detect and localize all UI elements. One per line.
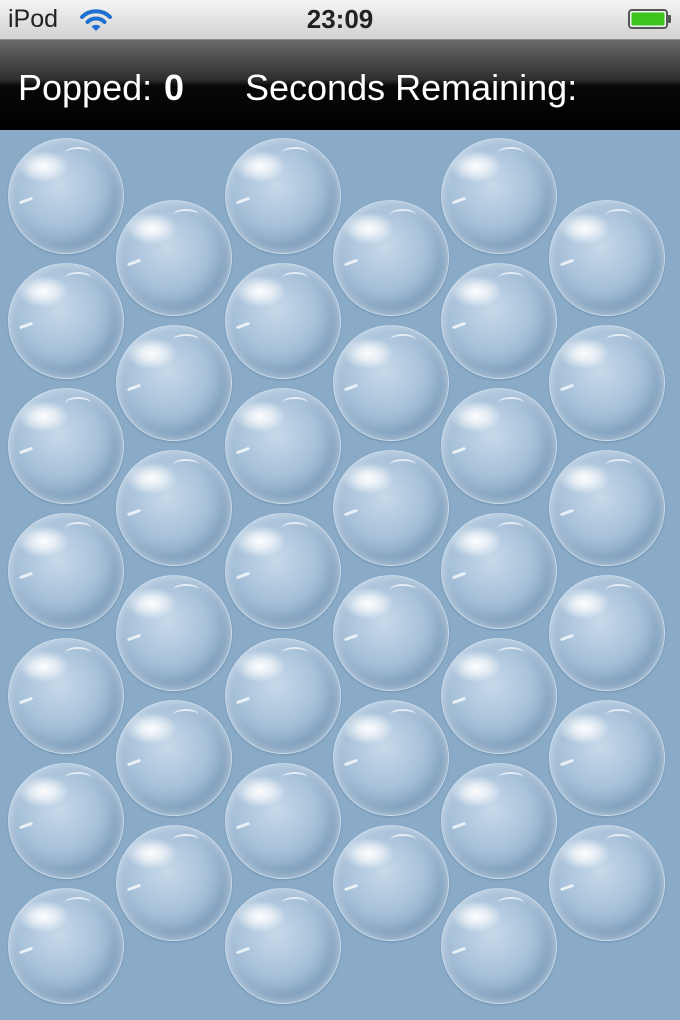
- popped-count: 0: [164, 67, 185, 108]
- bubble[interactable]: [116, 700, 232, 816]
- bubble[interactable]: [549, 825, 665, 941]
- bubble[interactable]: [441, 138, 557, 254]
- bubble[interactable]: [116, 450, 232, 566]
- bubble[interactable]: [116, 825, 232, 941]
- bubble[interactable]: [333, 450, 449, 566]
- bubble[interactable]: [441, 388, 557, 504]
- status-time: 23:09: [306, 4, 374, 34]
- bubble[interactable]: [116, 200, 232, 316]
- bubble[interactable]: [549, 450, 665, 566]
- seconds-remaining-label: Seconds Remaining:: [245, 67, 578, 108]
- score-header: Popped: 0 Seconds Remaining:: [0, 40, 680, 130]
- bubble[interactable]: [8, 888, 124, 1004]
- bubble[interactable]: [8, 513, 124, 629]
- bubble[interactable]: [549, 575, 665, 691]
- bubble[interactable]: [549, 325, 665, 441]
- bubble[interactable]: [116, 325, 232, 441]
- bubble[interactable]: [225, 263, 341, 379]
- bubble-wrap-field: [0, 130, 680, 1020]
- bubble[interactable]: [8, 638, 124, 754]
- battery-full-icon: [628, 9, 672, 29]
- bubble[interactable]: [116, 575, 232, 691]
- bubble[interactable]: [333, 200, 449, 316]
- bubble[interactable]: [441, 513, 557, 629]
- bubble[interactable]: [549, 200, 665, 316]
- bubble[interactable]: [225, 513, 341, 629]
- bubble[interactable]: [333, 325, 449, 441]
- bubble[interactable]: [333, 700, 449, 816]
- bubble[interactable]: [333, 575, 449, 691]
- bubble[interactable]: [333, 825, 449, 941]
- bubble[interactable]: [225, 388, 341, 504]
- bubble[interactable]: [441, 888, 557, 1004]
- bubble[interactable]: [8, 138, 124, 254]
- bubble[interactable]: [225, 888, 341, 1004]
- bubble[interactable]: [225, 638, 341, 754]
- bubble[interactable]: [8, 263, 124, 379]
- bubble[interactable]: [8, 388, 124, 504]
- bubble[interactable]: [225, 763, 341, 879]
- popped-label: Popped:: [18, 67, 153, 108]
- bubble[interactable]: [441, 263, 557, 379]
- bubble[interactable]: [225, 138, 341, 254]
- bubble[interactable]: [549, 700, 665, 816]
- bubble[interactable]: [441, 638, 557, 754]
- bubble[interactable]: [8, 763, 124, 879]
- status-bar: iPod 23:09: [0, 0, 680, 40]
- bubble[interactable]: [441, 763, 557, 879]
